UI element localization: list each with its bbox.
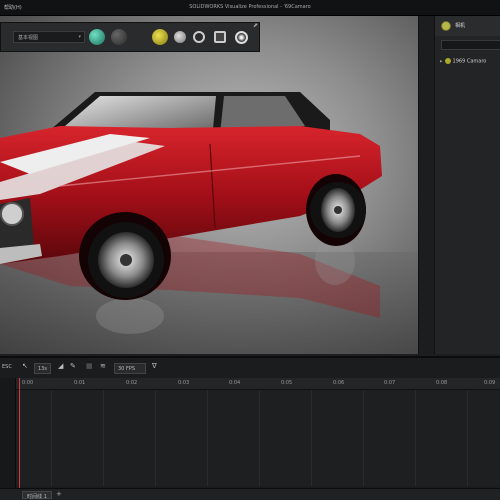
panel-header: 相机 xyxy=(435,16,500,36)
playhead[interactable] xyxy=(19,378,20,490)
screenshot-icon[interactable] xyxy=(214,31,226,43)
light-icon[interactable] xyxy=(174,31,186,43)
teal-sphere-icon[interactable] xyxy=(89,29,105,45)
timeline-tab[interactable]: 时间线 1 xyxy=(22,491,52,500)
render-viewport[interactable] xyxy=(0,16,418,354)
rotate-icon[interactable] xyxy=(193,31,205,43)
timeline-tab-bar: 时间线 1 + xyxy=(0,488,500,500)
grid-icon[interactable]: ▦ xyxy=(86,362,93,372)
ruler-tick: 0:02 xyxy=(126,380,138,386)
timeline-tracks[interactable] xyxy=(0,390,500,486)
panel-divider[interactable] xyxy=(418,16,434,354)
add-timeline-icon[interactable]: + xyxy=(56,490,62,498)
pen-icon[interactable]: ✎ xyxy=(70,362,76,372)
tree-item-label: 1969 Camaro xyxy=(452,58,487,65)
ruler-tick: 0:08 xyxy=(436,380,448,386)
chevron-down-icon: ▾ xyxy=(78,34,81,40)
fps-select[interactable]: 30 FPS xyxy=(114,363,146,374)
tree-item[interactable]: ▸ 1969 Camaro xyxy=(440,58,486,65)
right-panel: 相机 ▸ 1969 Camaro xyxy=(434,16,500,354)
timeline-toolbar: ESC ↖ 13s ◢ ✎ ▦ ≋ 30 FPS ∇ xyxy=(0,362,500,376)
ruler-tick: 0:03 xyxy=(178,380,190,386)
ruler-tick: 0:01 xyxy=(74,380,86,386)
viewport-toolbar: 基本视图 ▾ xyxy=(0,22,260,52)
lock-button[interactable]: ESC xyxy=(2,364,12,374)
duration-field[interactable]: 13s xyxy=(34,363,51,374)
car-render xyxy=(0,92,382,334)
camera-select-value: 基本视图 xyxy=(18,35,39,41)
ruler-tick: 0:09 xyxy=(484,380,496,386)
search-input[interactable] xyxy=(441,40,500,50)
timeline-ruler[interactable]: 0:00 0:01 0:02 0:03 0:04 0:05 0:06 0:07 … xyxy=(0,378,500,390)
camera-tab-icon[interactable] xyxy=(441,21,451,31)
wave-icon[interactable]: ≋ xyxy=(100,362,106,372)
pin-icon[interactable]: ⬈ xyxy=(253,22,258,29)
ramp-icon[interactable]: ◢ xyxy=(58,362,63,372)
track-header xyxy=(0,378,16,488)
window-title: SOLIDWORKS Visualize Professional - '69C… xyxy=(189,4,311,10)
camera-icon xyxy=(444,58,451,64)
expand-arrow-icon[interactable]: ▸ xyxy=(440,59,443,65)
ruler-tick: 0:07 xyxy=(384,380,396,386)
panel-header-label[interactable]: 相机 xyxy=(455,22,465,29)
render-icon[interactable] xyxy=(235,31,248,44)
camera-select[interactable]: 基本视图 ▾ xyxy=(13,31,85,43)
funnel-icon[interactable]: ∇ xyxy=(152,362,157,372)
title-bar: 帮助(H) SOLIDWORKS Visualize Professional … xyxy=(0,0,500,16)
dark-sphere-icon[interactable] xyxy=(111,29,127,45)
texture-icon[interactable] xyxy=(152,29,168,45)
ruler-tick: 0:06 xyxy=(333,380,345,386)
timeline-panel: ESC ↖ 13s ◢ ✎ ▦ ≋ 30 FPS ∇ 0:00 0:01 0:0… xyxy=(0,356,500,500)
cursor-icon[interactable]: ↖ xyxy=(22,362,28,372)
ruler-tick: 0:05 xyxy=(281,380,293,386)
ruler-tick: 0:04 xyxy=(229,380,241,386)
ruler-tick: 0:00 xyxy=(22,380,34,386)
